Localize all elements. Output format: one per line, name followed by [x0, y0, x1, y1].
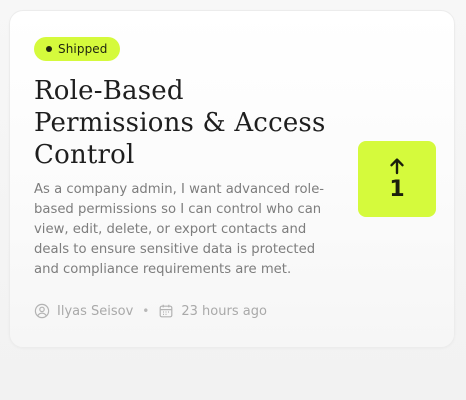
posted-time: 23 hours ago	[181, 303, 267, 319]
upvote-count: 1	[389, 177, 405, 202]
card-title[interactable]: Role-Based Permissions & Access Control	[34, 75, 334, 171]
status-label: Shipped	[58, 42, 108, 56]
user-circle-icon	[34, 303, 50, 319]
author-name: Ilyas Seisov	[57, 303, 134, 319]
card-description: As a company admin, I want advanced role…	[34, 182, 325, 277]
meta-separator: •	[142, 304, 150, 318]
feature-request-card[interactable]: Shipped Role-Based Permissions & Access …	[9, 10, 455, 348]
card-meta: Ilyas Seisov • 23 hours ago	[34, 303, 267, 319]
calendar-icon	[158, 303, 174, 319]
upvote-button[interactable]: 1	[358, 141, 436, 217]
status-badge: Shipped	[34, 37, 120, 61]
page: Shipped Role-Based Permissions & Access …	[0, 0, 466, 400]
arrow-up-icon	[387, 156, 407, 176]
status-dot-icon	[46, 46, 52, 52]
